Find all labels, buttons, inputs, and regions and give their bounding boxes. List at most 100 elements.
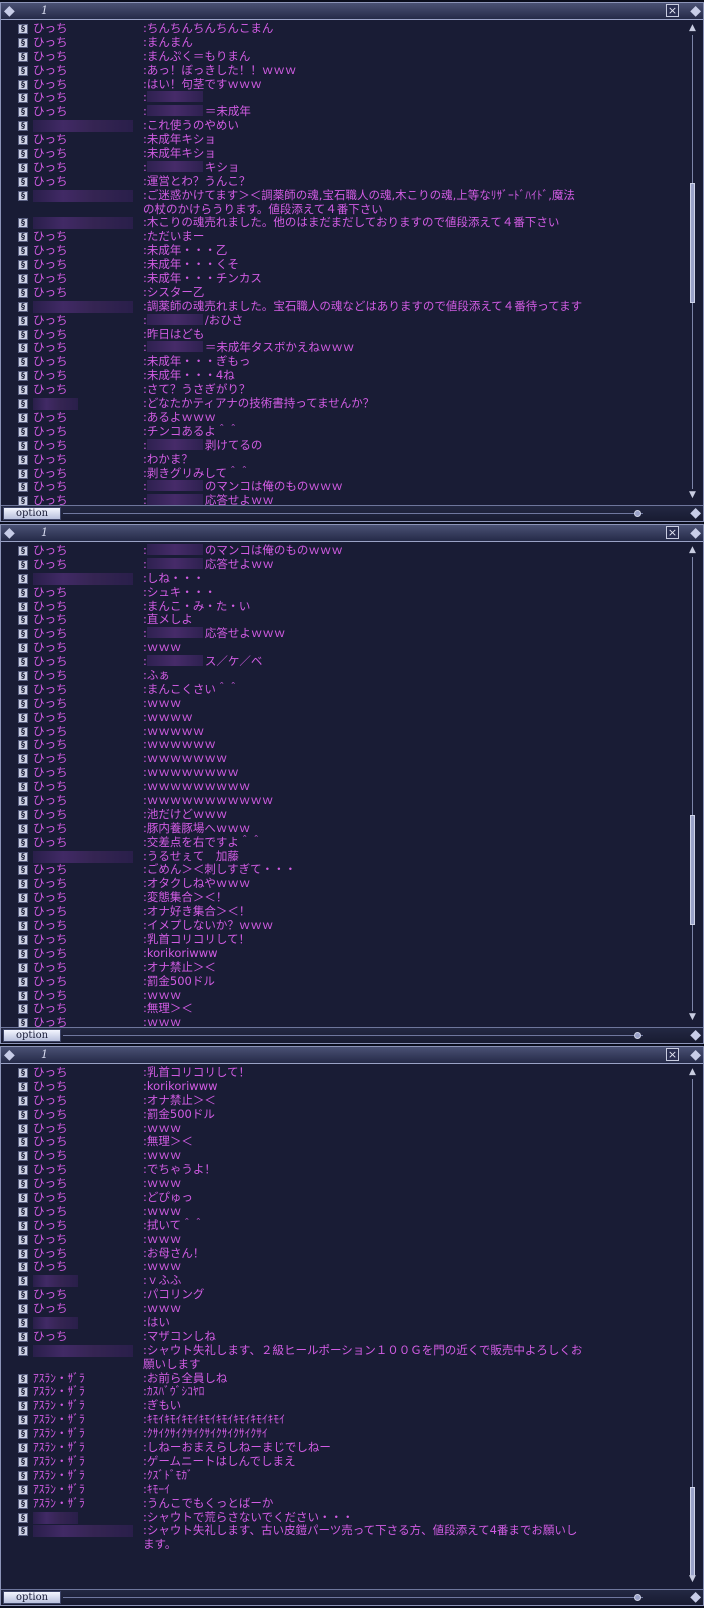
sender-name[interactable]: ひっち [33, 91, 68, 105]
scroll-down-icon[interactable]: ▼ [686, 1574, 699, 1585]
option-button[interactable]: option [3, 1591, 61, 1604]
chat-channel-icon[interactable]: § [18, 1165, 28, 1176]
chat-channel-icon[interactable]: § [18, 149, 28, 160]
chat-channel-icon[interactable]: § [18, 712, 28, 723]
sender-name[interactable]: ひっち [33, 710, 68, 725]
chat-channel-icon[interactable]: § [18, 837, 28, 848]
chat-channel-icon[interactable]: § [18, 65, 28, 76]
sender-name[interactable]: ひっち [33, 682, 68, 697]
option-button[interactable]: option [3, 1029, 61, 1042]
sender-name[interactable]: ひっち [33, 257, 68, 272]
sender-name[interactable]: ひっち [33, 313, 68, 328]
chat-channel-icon[interactable]: § [18, 482, 28, 493]
sender-name[interactable]: ひっち [33, 557, 68, 572]
sender-name[interactable]: ひっち [33, 876, 68, 891]
sender-name[interactable]: ひっち [33, 438, 68, 453]
chat-channel-icon[interactable]: § [18, 726, 28, 737]
sender-name[interactable]: ひっち [33, 1204, 68, 1219]
sender-name[interactable]: ｱｽﾗﾝ・ｻﾞﾗ [33, 1496, 85, 1511]
sender-name[interactable]: ｱｽﾗﾝ・ｻﾞﾗ [33, 1440, 85, 1455]
chat-channel-icon[interactable]: § [18, 1470, 28, 1481]
sender-name[interactable]: ひっち [33, 1015, 68, 1027]
sender-name[interactable]: ひっち [33, 1287, 68, 1302]
scroll-thumb[interactable] [690, 1487, 695, 1577]
sender-name[interactable]: ひっち [33, 1093, 68, 1108]
chat-channel-icon[interactable]: § [18, 1151, 28, 1162]
chat-channel-icon[interactable]: § [18, 190, 28, 201]
sender-name[interactable]: ひっち [33, 1329, 68, 1344]
scroll-up-icon[interactable]: ▲ [686, 545, 699, 556]
chat-channel-icon[interactable]: § [18, 559, 28, 570]
sender-name[interactable]: ひっち [33, 599, 68, 614]
sender-name[interactable]: ひっち [33, 1107, 68, 1122]
sender-name[interactable]: ひっち [33, 382, 68, 397]
sender-name[interactable]: ひっち [33, 1079, 68, 1094]
scroll-track[interactable] [692, 557, 693, 1011]
chat-channel-icon[interactable]: § [18, 399, 28, 410]
chat-channel-icon[interactable]: § [18, 990, 28, 1001]
chat-channel-icon[interactable]: § [18, 454, 28, 465]
chat-channel-icon[interactable]: § [18, 274, 28, 285]
sender-name[interactable]: ひっち [33, 63, 68, 78]
chat-channel-icon[interactable]: § [18, 1123, 28, 1134]
chat-channel-icon[interactable]: § [18, 1443, 28, 1454]
sender-name[interactable]: ひっち [33, 904, 68, 919]
sender-name[interactable]: ひっち [33, 1148, 68, 1163]
chat-channel-icon[interactable]: § [18, 1109, 28, 1120]
chat-log[interactable]: § ひっち:乳首コリコリして！ § ひっち:korikoriwww § ひっち:オナ禁止＞… [15, 1066, 679, 1589]
chat-channel-icon[interactable]: § [18, 176, 28, 187]
window-titlebar[interactable]: ◆ 1 × ◆ [1, 525, 703, 542]
sender-name[interactable]: ひっち [33, 354, 68, 369]
chat-channel-icon[interactable]: § [18, 893, 28, 904]
chat-channel-icon[interactable]: § [18, 329, 28, 340]
chat-channel-icon[interactable]: § [18, 301, 28, 312]
chat-channel-icon[interactable]: § [18, 1401, 28, 1412]
chat-channel-icon[interactable]: § [18, 1512, 28, 1523]
chat-channel-icon[interactable]: § [18, 287, 28, 298]
sender-name[interactable]: ひっち [33, 946, 68, 961]
sender-name[interactable]: ひっち [33, 668, 68, 683]
chat-channel-icon[interactable]: § [18, 615, 28, 626]
sender-name[interactable]: ひっち [33, 544, 68, 558]
chat-channel-icon[interactable]: § [18, 357, 28, 368]
chat-channel-icon[interactable]: § [18, 587, 28, 598]
sender-name[interactable]: ひっち [33, 1218, 68, 1233]
sender-name[interactable]: ひっち [33, 779, 68, 794]
chat-channel-icon[interactable]: § [18, 468, 28, 479]
sender-name[interactable]: ｱｽﾗﾝ・ｻﾞﾗ [33, 1371, 85, 1386]
chat-channel-icon[interactable]: § [18, 1290, 28, 1301]
sender-name[interactable]: ｱｽﾗﾝ・ｻﾞﾗ [33, 1412, 85, 1427]
chat-channel-icon[interactable]: § [18, 671, 28, 682]
chat-channel-icon[interactable]: § [18, 1276, 28, 1287]
chat-channel-icon[interactable]: § [18, 657, 28, 668]
chat-channel-icon[interactable]: § [18, 1137, 28, 1148]
chat-channel-icon[interactable]: § [18, 162, 28, 173]
sender-name[interactable]: ひっち [33, 1121, 68, 1136]
sender-name[interactable]: ひっち [33, 835, 68, 850]
sender-name[interactable]: ひっち [33, 104, 68, 119]
chat-channel-icon[interactable]: § [18, 1526, 28, 1537]
chat-channel-icon[interactable]: § [18, 809, 28, 820]
chat-channel-icon[interactable]: § [18, 496, 28, 505]
sender-name[interactable]: ｱｽﾗﾝ・ｻﾞﾗ [33, 1398, 85, 1413]
chat-channel-icon[interactable]: § [18, 412, 28, 423]
sender-name[interactable]: ひっち [33, 327, 68, 342]
chat-channel-icon[interactable]: § [18, 823, 28, 834]
sender-name[interactable]: ひっち [33, 974, 68, 989]
chat-channel-icon[interactable]: § [18, 1262, 28, 1273]
chat-channel-icon[interactable]: § [18, 1304, 28, 1315]
scroll-thumb[interactable] [690, 183, 695, 303]
sender-name[interactable]: ひっち [33, 146, 68, 161]
sender-name[interactable]: ひっち [33, 613, 68, 627]
chat-channel-icon[interactable]: § [18, 1331, 28, 1342]
chat-channel-icon[interactable]: § [18, 754, 28, 765]
chat-channel-icon[interactable]: § [18, 629, 28, 640]
chat-channel-icon[interactable]: § [18, 1387, 28, 1398]
chat-channel-icon[interactable]: § [18, 1068, 28, 1078]
sender-name[interactable]: ひっち [33, 1135, 68, 1149]
chat-channel-icon[interactable]: § [18, 218, 28, 229]
chat-channel-icon[interactable]: § [18, 643, 28, 654]
chat-channel-icon[interactable]: § [18, 51, 28, 62]
sender-name[interactable]: ひっち [33, 229, 68, 244]
scroll-up-icon[interactable]: ▲ [686, 1067, 699, 1078]
